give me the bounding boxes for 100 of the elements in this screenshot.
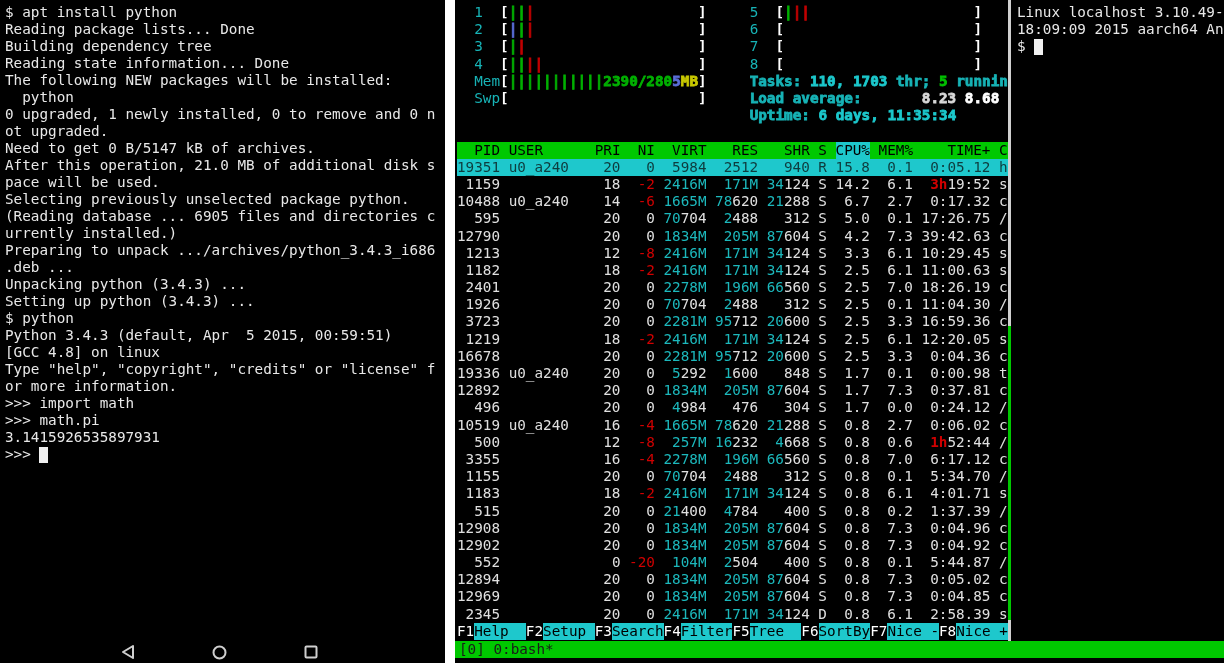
table-cell: 11:00.63 xyxy=(921,261,991,280)
process-row[interactable]: 12902 20 0 1834M 205M 87604 S 0.8 7.3 0:04.92 c xyxy=(457,536,1008,555)
home-icon[interactable] xyxy=(212,644,227,660)
table-cell: 2281M xyxy=(663,347,707,365)
table-cell: 12908 xyxy=(457,519,501,537)
table-cell: 12969 xyxy=(457,588,501,606)
process-row[interactable]: 10488 u0_a240 14 -6 1665M 78620 21288 S 6.7 2.7 0:17.32 c xyxy=(457,193,1008,211)
column-header[interactable]: NI xyxy=(629,141,655,159)
table-cell: S xyxy=(818,433,827,451)
table-cell-text: 2.5 xyxy=(843,261,870,280)
table-cell-text: 1h52:44 xyxy=(929,433,991,451)
terminal-line: The following NEW packages will be installed: xyxy=(5,72,394,89)
table-cell-text: -2 xyxy=(636,261,655,280)
process-row[interactable]: 12892 20 0 1834M 205M 87604 S 1.7 7.3 0:37.81 c xyxy=(457,382,1008,400)
table-cell-text: 20 xyxy=(602,365,621,383)
column-header[interactable]: CPU% xyxy=(835,141,870,159)
column-header[interactable]: PRI xyxy=(594,141,621,159)
process-row[interactable]: 19336 u0_a240 20 0 5292 1600 848 S 1.7 0.1 0:00.98 t xyxy=(457,365,1008,383)
process-row[interactable]: 500 12 -8 257M 16232 4668 S 0.8 0.6 1h52:44 / xyxy=(457,433,1008,451)
column-header[interactable]: RES xyxy=(715,141,759,159)
column-header[interactable]: PID xyxy=(457,141,501,159)
table-cell: c xyxy=(999,227,1008,245)
process-row[interactable]: 552 0 -20 104M 2504 400 S 0.8 0.1 5:44.87 / xyxy=(457,554,1008,572)
table-cell-text: 0 xyxy=(645,536,655,555)
table-cell-text: 2.5 xyxy=(843,330,870,348)
table-cell-text: 3h19:52 xyxy=(929,175,991,194)
table-cell: 87604 xyxy=(766,227,810,245)
table-cell: 16678 xyxy=(457,347,501,365)
process-row[interactable]: 1182 18 -2 2416M 171M 34124 S 2.5 6.1 11:00.63 s xyxy=(457,261,1008,280)
table-cell: s xyxy=(999,175,1008,194)
usage-meter: [||| ] xyxy=(500,21,707,39)
process-row[interactable]: 2401 20 0 2278M 196M 66560 S 2.5 7.0 18:26.19 c xyxy=(457,279,1008,297)
table-cell: 39:42.63 xyxy=(921,227,991,245)
table-cell: 1834M xyxy=(663,382,707,400)
terminal-line: python xyxy=(21,89,75,106)
back-icon[interactable] xyxy=(121,644,135,660)
table-cell: S xyxy=(818,175,827,194)
terminal-line: $ apt install python xyxy=(5,4,179,21)
table-cell: 21288 xyxy=(766,193,810,211)
process-row[interactable]: 12894 20 0 1834M 205M 87604 S 0.8 7.3 0:05.02 c xyxy=(457,571,1008,589)
process-row[interactable]: 12790 20 0 1834M 205M 87604 S 4.2 7.3 39:42.63 c xyxy=(457,227,1008,245)
table-cell-text: -2 xyxy=(636,175,655,194)
terminal-line: ot upgraded. xyxy=(5,123,110,140)
process-row[interactable]: 3723 20 0 2281M 95712 20600 S 2.5 3.3 16:59.36 c xyxy=(457,313,1008,331)
process-row[interactable]: 1155 20 0 70704 2488 312 S 0.8 0.1 5:34.70 / xyxy=(457,468,1008,486)
process-row[interactable]: 595 20 0 70704 2488 312 S 5.0 0.1 17:26.75 / xyxy=(457,210,1008,228)
table-cell: 12:20.05 xyxy=(921,330,991,348)
table-cell-text: 7.3 xyxy=(886,382,913,400)
table-cell-text: 20 xyxy=(602,588,621,606)
process-row[interactable]: 1926 20 0 70704 2488 312 S 2.5 0.1 11:04.30 / xyxy=(457,296,1008,314)
column-header[interactable]: MEM% xyxy=(878,141,913,159)
table-cell-text: 0.0 xyxy=(886,399,913,417)
table-cell-text: 0 xyxy=(645,571,655,589)
process-row[interactable]: 16678 20 0 2281M 95712 20600 S 2.5 3.3 0:04.36 c xyxy=(457,347,1008,365)
table-cell-text: 7.0 xyxy=(886,450,913,469)
process-row[interactable]: 10519 u0_a240 16 -4 1665M 78620 21288 S 0.8 2.7 0:06.02 c xyxy=(457,416,1008,434)
table-cell: S xyxy=(818,399,827,417)
table-cell: c xyxy=(999,279,1008,297)
process-row[interactable]: 1219 18 -2 2416M 171M 34124 S 2.5 6.1 12:20.05 s xyxy=(457,330,1008,348)
table-cell-text: 312 xyxy=(782,296,810,314)
table-cell-text: 0 xyxy=(645,347,655,365)
column-header[interactable]: VIRT xyxy=(663,141,707,159)
table-cell: c xyxy=(999,519,1008,537)
process-row[interactable]: 12908 20 0 1834M 205M 87604 S 0.8 7.3 0:04.96 c xyxy=(457,519,1008,537)
process-row[interactable]: 1213 12 -8 2416M 171M 34124 S 3.3 6.1 10:29.45 s xyxy=(457,244,1008,262)
table-cell: S xyxy=(818,365,827,383)
table-cell: S xyxy=(818,382,827,400)
meter-label: 5 xyxy=(749,4,760,22)
process-row[interactable]: 496 20 0 4984 476 304 S 1.7 0.0 0:24.12 / xyxy=(457,399,1008,417)
column-header[interactable]: SHR xyxy=(766,141,810,159)
table-cell: 87604 xyxy=(766,571,810,589)
column-header[interactable]: TIME+ xyxy=(921,141,991,159)
table-cell-text: 205M xyxy=(722,588,759,606)
table-cell-text: 7.0 xyxy=(886,279,913,297)
usage-meter: [ ] xyxy=(500,89,707,108)
table-cell-text: 12 xyxy=(602,433,621,451)
process-row[interactable]: 3355 16 -4 2278M 196M 66560 S 0.8 7.0 6:17.12 c xyxy=(457,450,1008,469)
process-row[interactable]: 1159 18 -2 2416M 171M 34124 S 14.2 6.1 3h19:52 s xyxy=(457,175,1008,194)
prompt: >>> xyxy=(5,446,31,463)
usage-meter: [|||| ] xyxy=(500,55,707,73)
process-row[interactable]: 515 20 0 21400 4784 400 S 0.8 0.2 1:37.39 / xyxy=(457,502,1008,520)
process-row[interactable]: 2345 20 0 2416M 171M 34124 D 0.8 6.1 2:58.39 s xyxy=(457,605,1008,623)
column-header[interactable]: C xyxy=(999,141,1008,159)
usage-meter: [ ] xyxy=(775,55,983,73)
column-header[interactable]: S xyxy=(818,141,827,159)
table-cell-text: 1159 xyxy=(464,175,501,194)
table-cell-text: 0 xyxy=(645,399,655,417)
process-row[interactable]: 1183 18 -2 2416M 171M 34124 S 0.8 6.1 4:01.71 s xyxy=(457,485,1008,503)
summary-line: Load average: 8.23 8.68 xyxy=(749,89,1001,108)
column-header[interactable]: USER xyxy=(508,141,587,159)
table-cell-text: 1213 xyxy=(464,244,501,262)
table-cell-text: 848 xyxy=(782,365,810,383)
table-cell-text: 20 xyxy=(602,536,621,555)
recent-apps-icon[interactable] xyxy=(304,645,318,659)
table-cell-text: 171M xyxy=(722,175,759,194)
table-cell-text: 3.3 xyxy=(843,244,870,262)
table-cell-text: 0:05.02 xyxy=(929,571,991,589)
terminal-line: 3.1415926535897931 xyxy=(5,429,161,446)
meter-label: 7 xyxy=(749,38,760,56)
process-row[interactable]: 12969 20 0 1834M 205M 87604 S 0.8 7.3 0:04.85 c xyxy=(457,588,1008,606)
